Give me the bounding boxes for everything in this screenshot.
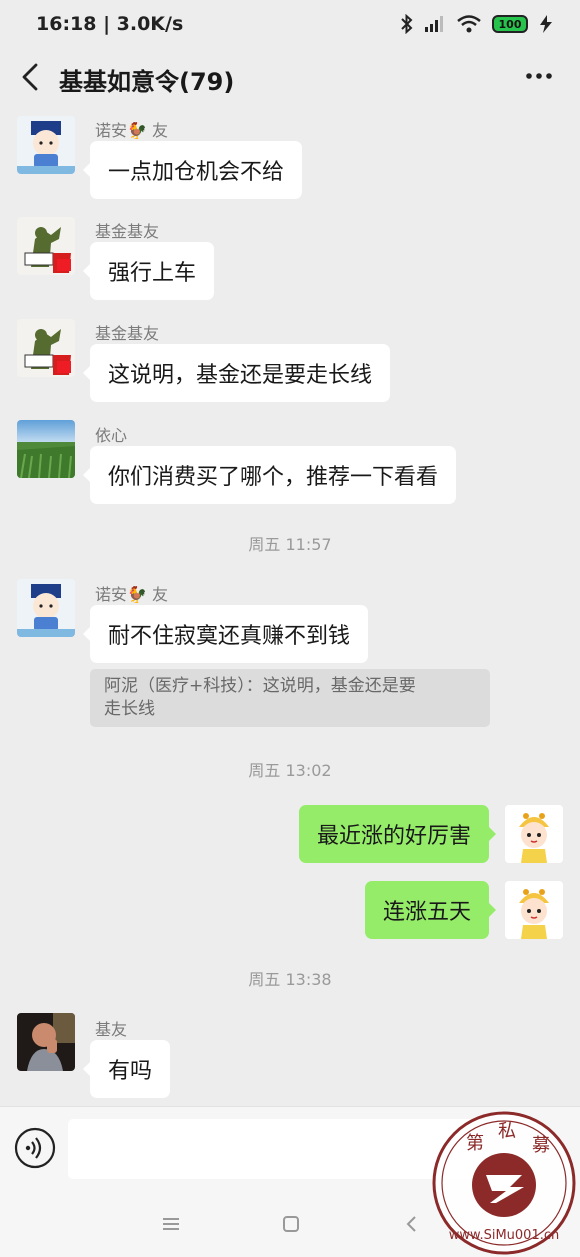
timestamp: 周五 13:02 — [248, 761, 332, 780]
charging-icon — [540, 15, 552, 33]
message-bubble[interactable]: 耐不住寂寞还真赚不到钱 — [82, 605, 369, 663]
message-bubble[interactable]: 你们消费买了哪个，推荐一下看看 — [82, 446, 457, 504]
watermark-char: 第 — [466, 1133, 484, 1154]
message-bubble[interactable]: 这说明，基金还是要走长线 — [82, 344, 391, 402]
status-time: 16:18 | 3.0K/s — [36, 13, 184, 35]
watermark-seal-icon: 第 私 募 www.SiMu001.cn — [432, 1111, 576, 1255]
status-bar: 16:18 | 3.0K/s 100 — [0, 0, 580, 52]
battery-icon: 100 — [492, 15, 528, 33]
home-icon[interactable] — [277, 1210, 305, 1238]
message-bubble[interactable]: 强行上车 — [82, 242, 215, 300]
voice-input-icon[interactable] — [14, 1127, 56, 1169]
person-photo-avatar[interactable] — [17, 1013, 75, 1071]
sender-name: 基金基友 — [95, 222, 160, 241]
quote-line: 走长线 — [104, 699, 155, 719]
message-bubble-self[interactable]: 连涨五天 — [364, 881, 497, 939]
wifi-icon — [457, 15, 481, 33]
watermark-char: 募 — [532, 1135, 550, 1156]
bluetooth-icon — [401, 14, 413, 34]
timestamp: 周五 13:38 — [248, 970, 332, 989]
cartoon-girl-avatar[interactable] — [505, 881, 563, 939]
watermark-url: www.SiMu001.cn — [449, 1228, 560, 1243]
message-bubble-self[interactable]: 最近涨的好厉害 — [298, 805, 497, 863]
sender-name: 诺安🐓 友 — [95, 585, 169, 604]
sender-name: 基金基友 — [95, 324, 160, 343]
timestamp: 周五 11:57 — [248, 535, 332, 554]
watermark-char: 私 — [498, 1121, 516, 1142]
menu-icon[interactable] — [157, 1210, 185, 1238]
back-arrow-icon[interactable] — [14, 60, 48, 94]
message-input[interactable] — [68, 1119, 482, 1179]
sender-name: 依心 — [95, 426, 128, 445]
salute-soldier-avatar[interactable] — [17, 319, 75, 377]
sender-name: 诺安🐓 友 — [95, 121, 169, 140]
signal-icon — [425, 16, 443, 32]
back-nav-icon[interactable] — [398, 1210, 426, 1238]
salute-soldier-avatar[interactable] — [17, 217, 75, 275]
cartoon-girl-avatar[interactable] — [505, 805, 563, 863]
baby-cartoon-avatar[interactable] — [17, 116, 75, 174]
chat-title: 基基如意令(79) — [59, 68, 235, 96]
title-bar: 基基如意令(79) — [0, 52, 580, 102]
quoted-message[interactable]: 阿泥（医疗+科技）：这说明，基金还是要 走长线 — [90, 669, 490, 727]
more-options-icon[interactable] — [524, 66, 554, 86]
message-bubble[interactable]: 一点加仓机会不给 — [82, 141, 303, 199]
landscape-avatar[interactable] — [17, 420, 75, 478]
message-bubble[interactable]: 有吗 — [82, 1040, 171, 1098]
sender-name: 基友 — [95, 1020, 128, 1039]
baby-cartoon-avatar[interactable] — [17, 579, 75, 637]
quote-line: 阿泥（医疗+科技）：这说明，基金还是要 — [104, 676, 416, 696]
